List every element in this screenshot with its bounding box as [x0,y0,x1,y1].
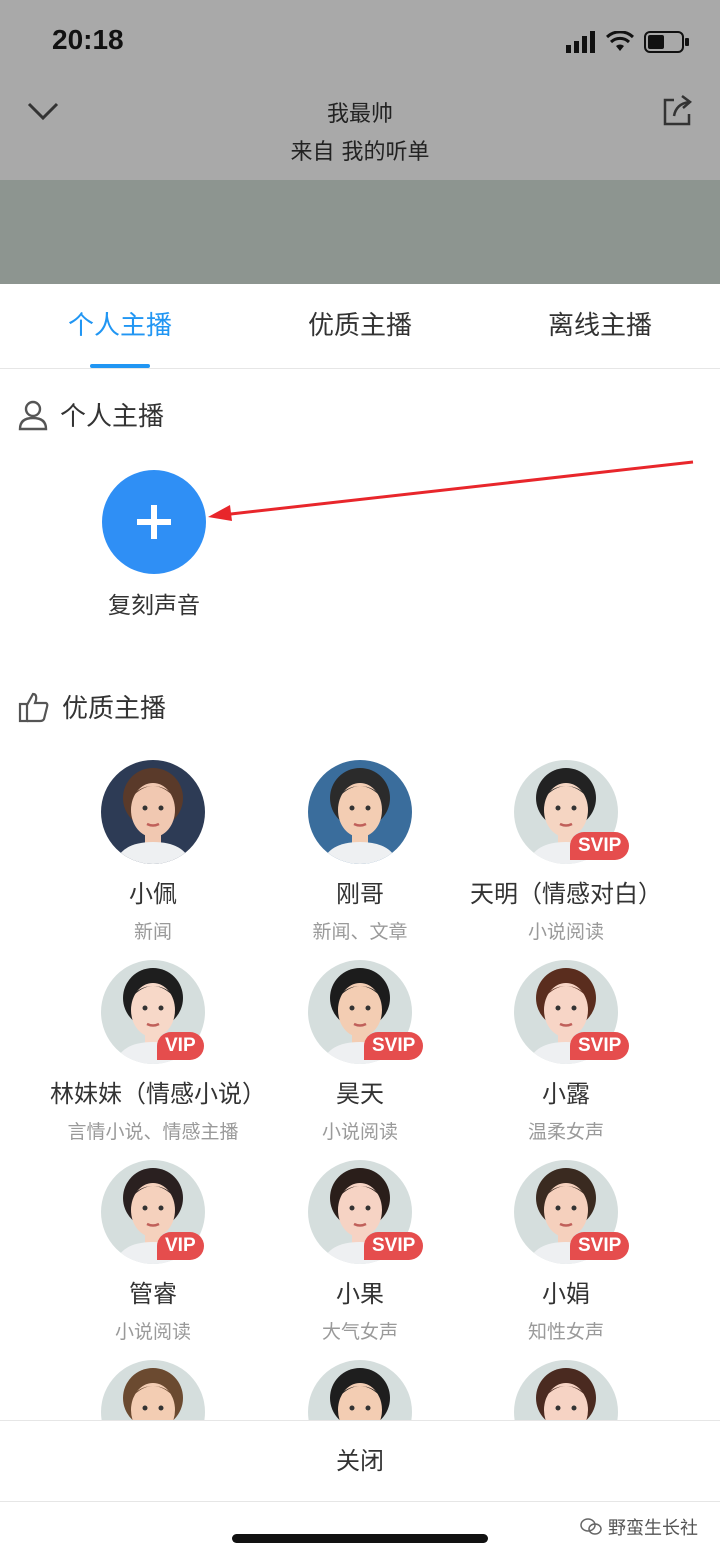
home-indicator [232,1534,488,1543]
anchor-tag: 小说阅读 [321,1121,398,1143]
anchor-name: 小娟 [542,1280,590,1308]
vip-badge: SVIP [570,1032,630,1060]
track-source: 来自 我的听单 [290,140,430,165]
anchor-card[interactable]: SVIP 小露温柔女声 [463,960,669,1144]
anchor-tag: 新闻 [133,921,172,943]
wifi-icon [606,31,634,51]
anchor-name: 小佩 [129,880,177,908]
anchor-avatar: VIP [101,1160,205,1264]
personal-section-header: 个人主播 [18,396,164,433]
watermark: 野蛮生长社 [580,1514,698,1540]
status-icons [566,30,690,54]
anchor-name: 管睿 [129,1280,177,1308]
anchor-avatar [308,760,412,864]
anchor-card[interactable] [463,1360,669,1420]
anchor-name: 天明（情感对白） [470,880,662,908]
anchor-avatar: SVIP [514,1160,630,1264]
watermark-text: 野蛮生长社 [608,1518,698,1539]
anchor-card[interactable]: 刚哥 新闻、文章 [257,760,463,944]
anchor-tag: 温柔女声 [527,1121,604,1143]
battery-icon [644,31,689,53]
anchor-avatar: SVIP [514,760,630,864]
tab-premium[interactable]: 优质主播 [240,284,480,368]
anchor-card[interactable]: SVIP 昊天小说阅读 [257,960,463,1144]
anchor-card[interactable] [257,1360,463,1420]
vip-badge: SVIP [364,1232,424,1260]
vip-badge: SVIP [570,1232,630,1260]
anchor-tag: 知性女声 [527,1321,604,1343]
anchor-tag: 大气女声 [321,1321,398,1343]
anchor-name: 刚哥 [336,880,384,908]
personal-section-title: 个人主播 [60,402,165,432]
plus-icon [137,505,171,539]
vip-badge: SVIP [364,1032,424,1060]
person-icon [18,400,48,430]
anchor-avatar: VIP [101,960,205,1064]
premium-section-title: 优质主播 [62,694,167,724]
anchor-avatar: SVIP [514,960,630,1064]
anchor-name: 林妹妹（情感小说） [50,1080,266,1108]
clone-voice-button[interactable] [102,470,206,574]
dimmed-background-lower [0,180,720,284]
thumbs-up-icon [18,692,49,722]
tab-offline[interactable]: 离线主播 [480,284,720,368]
vip-badge: VIP [157,1032,204,1060]
annotation-arrow [208,460,694,521]
anchor-tag: 小说阅读 [527,921,604,943]
anchor-avatar [101,760,205,864]
signal-icon [566,31,595,53]
share-icon[interactable] [660,94,694,128]
anchor-card[interactable]: SVIP 小果大气女声 [257,1160,463,1344]
anchor-card[interactable]: VIP 管睿小说阅读 [50,1160,256,1344]
vip-badge: SVIP [570,832,630,860]
anchor-card[interactable]: VIP 林妹妹（情感小说） 言情小说、情感主播 [50,960,266,1144]
status-time: 20:18 [52,24,124,55]
close-button[interactable]: 关闭 [0,1420,720,1502]
wechat-icon [580,1518,602,1535]
anchor-name: 小露 [542,1080,590,1108]
anchor-card[interactable]: SVIP 天明（情感对白） 小说阅读 [463,760,669,944]
track-title: 我最帅 [326,102,393,127]
tab-personal[interactable]: 个人主播 [0,284,240,368]
clone-voice-label: 复刻声音 [108,593,200,619]
anchor-avatar [101,1360,205,1420]
anchor-tag: 新闻、文章 [312,921,408,943]
premium-section-header: 优质主播 [18,688,166,725]
anchor-avatar: SVIP [308,960,424,1064]
anchor-name: 小果 [336,1280,384,1308]
anchor-card[interactable]: 小佩 新闻 [50,760,256,944]
anchor-tag: 言情小说、情感主播 [67,1121,239,1143]
anchor-card[interactable] [50,1360,256,1420]
anchor-grid: 小佩 新闻 刚哥 新闻、文章 SVIP 天明（情感对白） 小说阅读 VIP 林妹妹（情感小说）言… [0,760,720,1420]
anchor-name: 昊天 [336,1080,384,1108]
anchor-avatar [308,1360,412,1420]
anchor-card[interactable]: SVIP 小娟知性女声 [463,1160,669,1344]
anchor-avatar: SVIP [308,1160,424,1264]
anchor-tag: 小说阅读 [114,1321,191,1343]
anchor-tabs: 个人主播 优质主播 离线主播 [0,284,720,369]
vip-badge: VIP [157,1232,204,1260]
anchor-avatar [514,1360,618,1420]
